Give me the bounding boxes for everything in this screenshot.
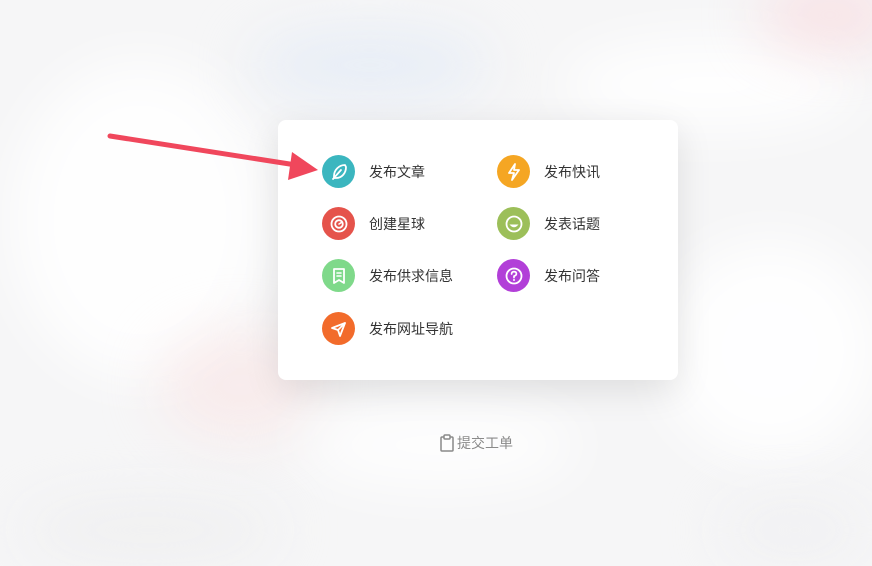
menu-item-publish-qa[interactable]: 发布问答: [497, 259, 600, 292]
menu-item-label: 发布问答: [544, 268, 600, 285]
menu-item-label: 发布文章: [369, 164, 425, 181]
feather-icon: [322, 155, 355, 188]
submit-ticket-link[interactable]: 提交工单: [439, 433, 513, 453]
menu-item-publish-flash[interactable]: 发布快讯: [497, 155, 600, 188]
menu-item-label: 发布网址导航: [369, 321, 453, 338]
smile-icon: [497, 207, 530, 240]
menu-item-post-topic[interactable]: 发表话题: [497, 207, 600, 240]
menu-item-publish-article[interactable]: 发布文章: [322, 155, 425, 188]
submit-ticket-label: 提交工单: [457, 436, 513, 452]
menu-item-label: 发布供求信息: [369, 268, 453, 285]
send-icon: [322, 312, 355, 345]
clipboard-icon: [440, 434, 454, 452]
planet-icon: [322, 207, 355, 240]
publish-menu-card: 发布文章 发布快讯 创建星球 发表话题 发布供求信息 发布问答 发布网址导航: [278, 120, 678, 380]
menu-item-label: 发布快讯: [544, 164, 600, 181]
lightning-icon: [497, 155, 530, 188]
menu-item-publish-supply-demand[interactable]: 发布供求信息: [322, 259, 453, 292]
document-icon: [322, 259, 355, 292]
menu-item-publish-url-nav[interactable]: 发布网址导航: [322, 312, 453, 345]
question-icon: [497, 259, 530, 292]
menu-item-create-planet[interactable]: 创建星球: [322, 207, 425, 240]
menu-item-label: 创建星球: [369, 216, 425, 233]
menu-item-label: 发表话题: [544, 216, 600, 233]
